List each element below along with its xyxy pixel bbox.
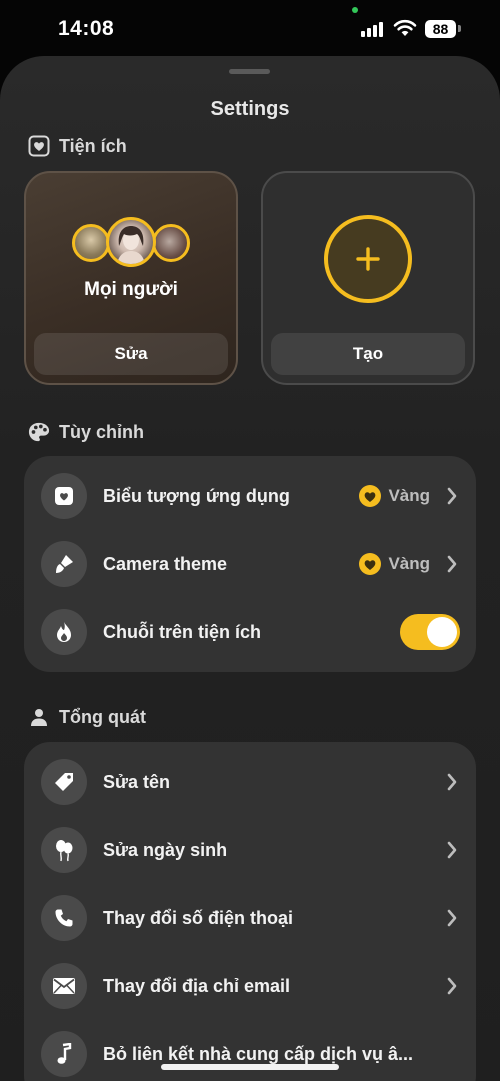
row-value-text: Vàng: [388, 486, 430, 505]
chevron-right-icon: [447, 977, 457, 995]
chevron-right-icon: [447, 909, 457, 927]
gold-heart-icon: [359, 553, 382, 575]
section-title: Tùy chỉnh: [59, 421, 144, 442]
person-icon: [28, 706, 50, 728]
home-indicator[interactable]: [161, 1064, 339, 1070]
section-header-widgets: Tiện ích: [28, 133, 127, 159]
row-label: Biểu tượng ứng dụng: [103, 485, 290, 506]
streak-on-widget-row: Chuỗi trên tiện ích: [24, 598, 476, 666]
row-value: Vàng: [359, 553, 430, 575]
create-widget[interactable]: Tạo: [261, 171, 475, 385]
row-label: Thay đổi địa chỉ email: [103, 975, 291, 996]
chevron-right-icon: [447, 841, 457, 859]
plus-icon: [356, 247, 380, 271]
camera-in-use-indicator: [352, 7, 358, 13]
phone-icon: [41, 895, 87, 941]
edit-birthday-row[interactable]: Sửa ngày sinh: [24, 816, 476, 884]
balloons-icon: [41, 827, 87, 873]
chevron-right-icon: [447, 487, 457, 505]
app-icon-row[interactable]: Biểu tượng ứng dụng Vàng: [24, 462, 476, 530]
row-value-text: Vàng: [388, 554, 430, 573]
row-value: Vàng: [359, 485, 430, 507]
row-label: Sửa ngày sinh: [103, 839, 228, 860]
section-title: Tiện ích: [59, 135, 127, 156]
sheet-grabber[interactable]: [229, 69, 270, 74]
settings-sheet: Settings Tiện ích Mọi người Sửa Tạo Tùy …: [0, 56, 500, 1081]
change-email-row[interactable]: Thay đổi địa chỉ email: [24, 952, 476, 1020]
unlink-music-provider-row[interactable]: Bỏ liên kết nhà cung cấp dịch vụ â...: [24, 1020, 476, 1081]
customize-group: Biểu tượng ứng dụng Vàng Camera theme Và…: [24, 456, 476, 672]
gold-heart-icon: [359, 485, 382, 507]
flame-icon: [41, 609, 87, 655]
avatar: [72, 224, 110, 262]
section-header-general: Tổng quát: [28, 704, 146, 730]
app-icon-icon: [41, 473, 87, 519]
cellular-signal-icon: [361, 21, 385, 37]
tag-icon: [41, 759, 87, 805]
section-header-customize: Tùy chỉnh: [28, 419, 144, 445]
toggle-knob: [427, 617, 457, 647]
battery-cap: [458, 25, 461, 32]
change-phone-row[interactable]: Thay đổi số điện thoại: [24, 884, 476, 952]
row-label: Chuỗi trên tiện ích: [103, 621, 262, 642]
row-label: Thay đổi số điện thoại: [103, 907, 294, 928]
widget-heart-icon: [28, 135, 50, 157]
envelope-icon: [41, 963, 87, 1009]
streak-toggle[interactable]: [400, 614, 460, 650]
people-widget[interactable]: Mọi người Sửa: [24, 171, 238, 385]
chevron-right-icon: [447, 555, 457, 573]
music-note-icon: [41, 1031, 87, 1077]
camera-theme-row[interactable]: Camera theme Vàng: [24, 530, 476, 598]
wifi-icon: [393, 19, 417, 36]
section-title: Tổng quát: [59, 706, 146, 727]
row-label: Camera theme: [103, 553, 228, 574]
widget-name: Mọi người: [84, 279, 178, 300]
general-group: Sửa tên Sửa ngày sinh Thay đổi số điện t…: [24, 742, 476, 1081]
status-bar: 14:08 88: [0, 0, 500, 56]
chevron-right-icon: [447, 773, 457, 791]
edit-name-row[interactable]: Sửa tên: [24, 748, 476, 816]
avatar: [152, 224, 190, 262]
page-title: Settings: [210, 98, 290, 120]
palette-icon: [28, 421, 50, 443]
screen: 14:08 88 Settings Tiện ích Mọi người Sửa…: [0, 0, 500, 1081]
create-widget-button[interactable]: Tạo: [271, 333, 465, 375]
battery-level: 88: [425, 20, 456, 38]
paintbrush-icon: [41, 541, 87, 587]
add-widget-button[interactable]: [324, 215, 412, 303]
row-label: Sửa tên: [103, 771, 171, 792]
avatar: [106, 217, 156, 267]
friend-avatars: [72, 217, 192, 267]
row-label: Bỏ liên kết nhà cung cấp dịch vụ â...: [103, 1043, 414, 1064]
status-time: 14:08: [58, 17, 115, 40]
edit-widget-button[interactable]: Sửa: [34, 333, 228, 375]
